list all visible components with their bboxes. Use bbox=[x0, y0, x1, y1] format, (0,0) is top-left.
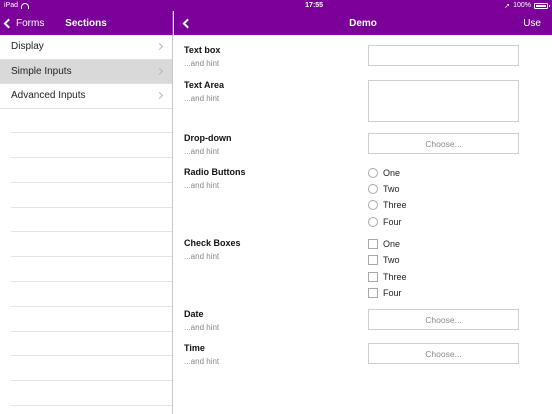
radio-option-three[interactable]: Three bbox=[368, 199, 407, 211]
use-button[interactable]: Use bbox=[523, 18, 541, 29]
textarea-label-group: Text Area ...and hint bbox=[184, 80, 224, 104]
detail-back-button[interactable] bbox=[174, 18, 193, 28]
checkbox-option-label: Four bbox=[383, 288, 402, 298]
text-box-input[interactable] bbox=[368, 45, 519, 66]
form-panel: Text box ...and hint Text Area ...and hi… bbox=[174, 35, 552, 414]
chevron-left-icon bbox=[3, 18, 14, 28]
checkbox-option-label: Three bbox=[383, 272, 407, 282]
empty-row bbox=[11, 282, 172, 307]
checkbox-option-two[interactable]: Two bbox=[368, 254, 400, 266]
page-title: Demo bbox=[349, 17, 377, 29]
sidebar-item-simple-inputs[interactable]: Simple Inputs bbox=[0, 59, 172, 84]
radio-option-four[interactable]: Four bbox=[368, 216, 402, 228]
checkbox-square-icon bbox=[368, 288, 378, 298]
checkbox-option-label: Two bbox=[383, 255, 400, 265]
textarea-hint: ...and hint bbox=[184, 94, 220, 103]
battery-percent: 100% bbox=[513, 2, 531, 9]
sidebar-item-advanced-inputs[interactable]: Advanced Inputs bbox=[0, 84, 172, 109]
checkbox-square-icon bbox=[368, 239, 378, 249]
empty-row bbox=[11, 332, 172, 357]
empty-row bbox=[11, 208, 172, 233]
radio-circle-icon bbox=[368, 200, 378, 210]
clock: 17:55 bbox=[305, 2, 324, 9]
radio-option-two[interactable]: Two bbox=[368, 183, 400, 195]
radio-hint: ...and hint bbox=[184, 181, 220, 190]
sidebar-item-label: Advanced Inputs bbox=[11, 90, 86, 102]
checkbox-label-group: Check Boxes ...and hint bbox=[184, 238, 241, 262]
radio-option-label: Four bbox=[383, 217, 402, 227]
radio-circle-icon bbox=[368, 168, 378, 178]
empty-row bbox=[11, 381, 172, 407]
radio-circle-icon bbox=[368, 217, 378, 227]
radio-circle-icon bbox=[368, 184, 378, 194]
checkbox-option-four[interactable]: Four bbox=[368, 287, 402, 299]
empty-row bbox=[11, 307, 172, 332]
time-choose-button[interactable]: Choose... bbox=[368, 343, 519, 364]
radio-option-label: Three bbox=[383, 200, 407, 210]
empty-row bbox=[11, 158, 172, 183]
app-window: iPad 17:55 ➚ 100% Forms Sections Demo Us… bbox=[0, 0, 552, 414]
wifi-icon bbox=[21, 2, 30, 9]
dropdown-choose-button[interactable]: Choose... bbox=[368, 133, 519, 154]
forms-back-button[interactable]: Forms bbox=[0, 18, 44, 29]
dropdown-hint: ...and hint bbox=[184, 147, 220, 156]
status-left: iPad bbox=[4, 2, 184, 9]
date-choose-button[interactable]: Choose... bbox=[368, 309, 519, 330]
chevron-right-icon bbox=[155, 67, 164, 75]
dropdown-label-group: Drop-down ...and hint bbox=[184, 133, 232, 157]
date-hint: ...and hint bbox=[184, 323, 220, 332]
textarea-label: Text Area bbox=[184, 80, 225, 90]
textbox-hint: ...and hint bbox=[184, 59, 220, 68]
checkbox-square-icon bbox=[368, 255, 378, 265]
textbox-label: Text box bbox=[184, 45, 221, 55]
empty-row bbox=[11, 133, 172, 159]
time-label-group: Time ...and hint bbox=[184, 343, 219, 367]
checkbox-label: Check Boxes bbox=[184, 238, 241, 248]
time-hint: ...and hint bbox=[184, 357, 220, 366]
radio-label: Radio Buttons bbox=[184, 167, 246, 177]
empty-row bbox=[11, 183, 172, 208]
empty-row bbox=[11, 109, 172, 134]
radio-label-group: Radio Buttons ...and hint bbox=[184, 167, 246, 191]
sidebar: Display Simple Inputs Advanced Inputs bbox=[0, 35, 173, 414]
sidebar-item-label: Simple Inputs bbox=[11, 65, 72, 77]
checkbox-square-icon bbox=[368, 272, 378, 282]
textbox-label-group: Text box ...and hint bbox=[184, 45, 220, 69]
empty-row bbox=[11, 356, 172, 382]
device-label: iPad bbox=[4, 2, 19, 9]
back-button-label: Forms bbox=[16, 17, 45, 29]
checkbox-option-one[interactable]: One bbox=[368, 238, 400, 250]
checkbox-option-label: One bbox=[383, 239, 401, 249]
status-bar: iPad 17:55 ➚ 100% bbox=[0, 0, 552, 11]
chevron-right-icon bbox=[155, 91, 164, 100]
date-label-group: Date ...and hint bbox=[184, 309, 219, 333]
dropdown-label: Drop-down bbox=[184, 133, 232, 143]
chevron-left-icon bbox=[182, 18, 193, 28]
sidebar-navbar: Forms Sections bbox=[0, 11, 173, 35]
time-label: Time bbox=[184, 343, 205, 353]
text-area-input[interactable] bbox=[368, 80, 519, 122]
sidebar-item-label: Display bbox=[11, 41, 44, 53]
radio-option-one[interactable]: One bbox=[368, 167, 400, 179]
checkbox-hint: ...and hint bbox=[184, 252, 220, 261]
checkbox-option-three[interactable]: Three bbox=[368, 271, 407, 283]
location-icon: ➚ bbox=[504, 2, 511, 10]
empty-row bbox=[11, 257, 172, 283]
sidebar-item-display[interactable]: Display bbox=[0, 35, 172, 60]
battery-icon bbox=[534, 2, 550, 9]
radio-option-label: One bbox=[383, 168, 401, 178]
chevron-right-icon bbox=[155, 42, 164, 51]
status-right: ➚ 100% bbox=[504, 2, 550, 10]
radio-option-label: Two bbox=[383, 184, 400, 194]
date-label: Date bbox=[184, 309, 204, 319]
detail-navbar: Demo Use bbox=[174, 11, 552, 35]
empty-row bbox=[11, 232, 172, 258]
